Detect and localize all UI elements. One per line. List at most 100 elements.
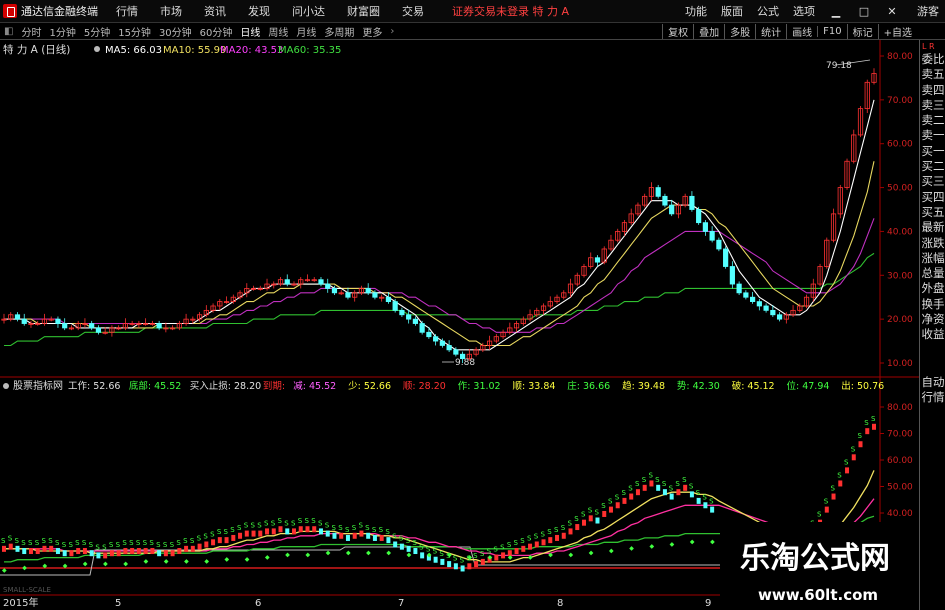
period-tab-monthly[interactable]: 月线 [296,24,316,39]
period-tab-30min[interactable]: 30分钟 [159,24,192,39]
indicator-bar [285,528,290,535]
sidebar-item-11[interactable]: 最新 [920,220,945,235]
indicator-marker: S [345,526,350,534]
mark-button[interactable]: 标记 [846,23,878,39]
add-watchlist-button[interactable]: +自选 [877,23,917,39]
indicator-marker: S [601,502,606,510]
menu-item-trade[interactable]: 交易 [402,3,424,19]
indicator-diamond: ◆ [184,558,189,565]
indicator-marker: S [129,539,134,547]
indicator-diamond: ◆ [204,558,209,565]
sidebar-item-15[interactable]: 外盘 [920,281,945,296]
sidebar-item-3[interactable]: 卖三 [920,98,945,113]
menu-item-news[interactable]: 资讯 [204,3,226,19]
candle-body [763,305,769,311]
indicator-bar [541,539,546,546]
f10-button[interactable]: F10 [817,25,846,37]
period-tab-60min[interactable]: 60分钟 [200,24,233,39]
multi-stock-button[interactable]: 多股 [724,23,755,39]
restore-icon[interactable]: □ [857,5,871,18]
settings-dot-icon[interactable] [94,46,100,52]
menu-item-ask[interactable]: 问小达 [292,3,325,19]
menu-item-market[interactable]: 市场 [160,3,182,19]
panel-toggle-icon[interactable]: ◧ [4,26,13,37]
indicator-bar [366,532,371,539]
indicator-bar [177,548,182,555]
indicator-marker: S [68,541,73,549]
menu-item-formula[interactable]: 公式 [757,3,779,19]
indicator-bar [123,548,128,555]
sidebar-item-13[interactable]: 涨幅 [920,251,945,266]
period-tab-more[interactable]: 更多 [362,24,382,39]
sidebar-item-14[interactable]: 总量 [920,266,945,281]
indicator-marker: S [433,548,438,556]
indicator-bar [22,548,27,555]
period-tab-weekly[interactable]: 周线 [268,24,288,39]
indicator-marker: S [358,522,363,530]
sidebar-item-5[interactable]: 卖一 [920,128,945,143]
indicator-name: 股票指标网 [13,379,63,392]
period-tab-intraday[interactable]: 分时 [21,24,41,39]
menu-item-quotes[interactable]: 行情 [116,3,138,19]
sidebar-item-1[interactable]: 卖五 [920,67,945,82]
sidebar-item-18[interactable]: 收益 [920,327,945,342]
indicator-bar [224,537,229,544]
sidebar-item-8[interactable]: 买三 [920,174,945,189]
period-tab-15min[interactable]: 15分钟 [118,24,151,39]
sidebar-item-16[interactable]: 换手 [920,297,945,312]
more-chevron-icon[interactable]: › [390,26,394,37]
period-tab-multi[interactable]: 多周期 [324,24,354,39]
indicator-marker: S [702,493,707,501]
candle-body [756,301,762,307]
close-icon[interactable]: ✕ [885,5,899,18]
sidebar-item-2[interactable]: 卖四 [920,83,945,98]
period-tab-daily[interactable]: 日线 [240,24,260,39]
indicator-settings-icon[interactable] [3,383,9,389]
indicator-y-tick: 50.00 [887,483,913,493]
indicator-bar [265,528,270,535]
indicator-bar [872,423,876,430]
x-label-6: 6 [255,598,261,609]
candle-body [770,309,776,316]
period-tab-5min[interactable]: 5分钟 [84,24,110,39]
x-label-8: 8 [557,598,563,609]
adjust-button[interactable]: 复权 [662,23,693,39]
indicator-bar [635,489,640,496]
indicator-item-14: 出: 50.76 [841,380,884,392]
sidebar-item-6[interactable]: 买一 [920,144,945,159]
menu-item-function[interactable]: 功能 [685,3,707,19]
sidebar-item-20[interactable]: 行情 [920,390,945,405]
candle-body [689,195,695,210]
login-notice[interactable]: 证券交易未登录 特 力 A [452,3,569,19]
sidebar-item-10[interactable]: 买五 [920,205,945,220]
stats-button[interactable]: 统计 [755,23,786,39]
overlay-button[interactable]: 叠加 [693,23,724,39]
candle-body [412,318,418,324]
minimize-icon[interactable]: ▁ [829,5,843,18]
sidebar-item-0[interactable]: 委比 [920,52,945,67]
sidebar-item-4[interactable]: 卖二 [920,113,945,128]
indicator-marker: S [662,480,667,488]
menu-item-discover[interactable]: 发现 [248,3,270,19]
indicator-item-2: 买入止损: 28.20 [190,380,261,392]
indicator-bar [238,532,243,539]
indicator-marker: S [594,509,599,517]
indicator-marker: S [817,511,822,519]
sidebar-item-7[interactable]: 买二 [920,159,945,174]
guest-link[interactable]: 游客 [917,3,939,19]
low-price-label: 9.88 [455,358,475,368]
menu-item-options[interactable]: 选项 [793,3,815,19]
indicator-bar [683,484,688,491]
indicator-diamond: ◆ [649,543,654,550]
draw-line-button[interactable]: 画线 [786,23,817,39]
sidebar-item-12[interactable]: 涨跌 [920,236,945,251]
chart-area[interactable]: 特 力 A (日线) MA5: 66.03 MA10: 55.99 MA20: … [0,40,919,610]
period-tab-1min[interactable]: 1分钟 [49,24,75,39]
indicator-marker: S [696,489,701,497]
sidebar-item-17[interactable]: 净资 [920,312,945,327]
menu-item-wealth[interactable]: 财富圈 [347,3,380,19]
sidebar-item-19[interactable]: 自动 [920,375,945,390]
sidebar-item-9[interactable]: 买四 [920,190,945,205]
indicator-bar [568,528,573,535]
menu-item-layout[interactable]: 版面 [721,3,743,19]
